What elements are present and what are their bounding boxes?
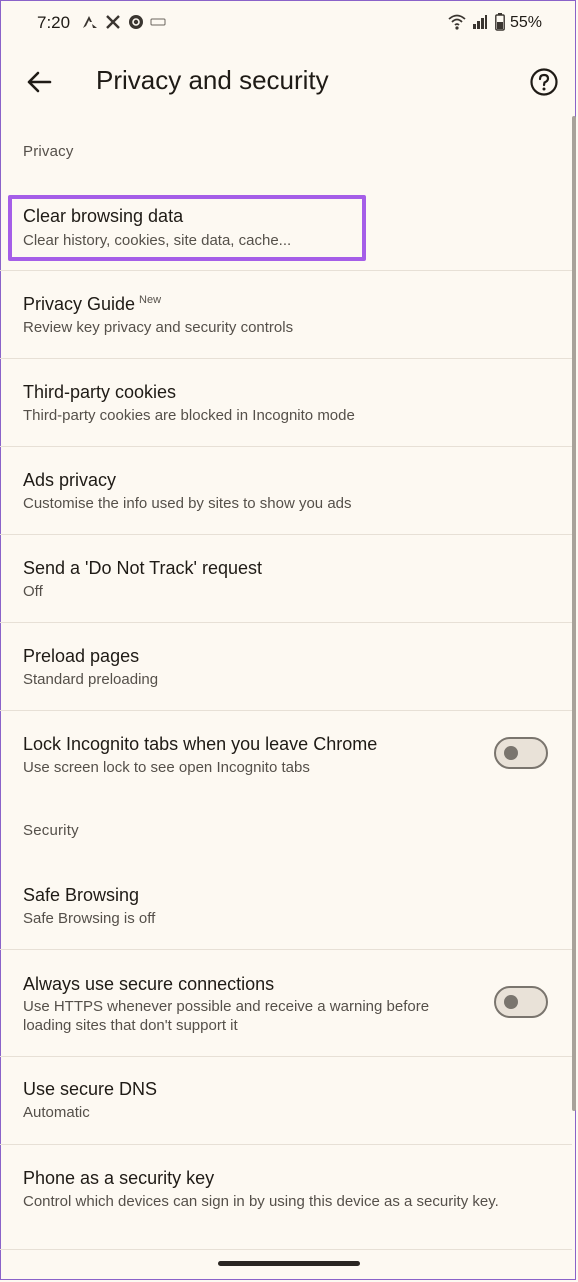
x-icon (106, 15, 120, 29)
item-title: Lock Incognito tabs when you leave Chrom… (23, 734, 378, 754)
threads-icon (129, 15, 143, 29)
item-title: Always use secure connections (23, 974, 275, 994)
privacy-guide-item[interactable]: Privacy Guide New Review key privacy and … (0, 271, 572, 358)
safe-browsing-item[interactable]: Safe Browsing Safe Browsing is off (0, 862, 572, 949)
arrow-back-icon[interactable] (24, 67, 54, 97)
item-subtitle: Use screen lock to see open Incognito ta… (23, 759, 310, 776)
item-title: Privacy Guide New (23, 294, 162, 314)
section-header-security: Security (23, 822, 79, 839)
status-bar: 7:20 55% (0, 0, 578, 46)
lock-incognito-toggle[interactable] (494, 737, 548, 769)
item-title: Send a 'Do Not Track' request (23, 558, 262, 578)
toggle-knob (504, 746, 518, 760)
item-subtitle: Control which devices can sign in by usi… (23, 1193, 499, 1210)
divider (0, 1249, 572, 1250)
item-subtitle: Review key privacy and security controls (23, 319, 294, 336)
third-party-cookies-item[interactable]: Third-party cookies Third-party cookies … (0, 359, 572, 446)
help-circle-icon[interactable] (529, 67, 559, 97)
item-subtitle: Standard preloading (23, 671, 159, 688)
signal-icon (473, 15, 487, 29)
wifi-icon (448, 14, 466, 30)
item-subtitle: Off (23, 583, 43, 600)
item-title: Phone as a security key (23, 1168, 215, 1188)
secure-connections-toggle[interactable] (494, 986, 548, 1018)
app-a-icon (83, 16, 97, 28)
item-title: Third-party cookies (23, 382, 177, 402)
item-subtitle: Use HTTPS whenever possible and receive … (23, 998, 430, 1015)
item-title: Ads privacy (23, 470, 117, 490)
toggle-knob (504, 995, 518, 1009)
item-subtitle: Customise the info used by sites to show… (23, 495, 352, 512)
item-title: Use secure DNS (23, 1079, 158, 1099)
highlight-box (8, 195, 366, 261)
secure-connections-item[interactable]: Always use secure connections Use HTTPS … (0, 950, 572, 1056)
preload-pages-item[interactable]: Preload pages Standard preloading (0, 623, 572, 710)
lock-incognito-item[interactable]: Lock Incognito tabs when you leave Chrom… (0, 711, 572, 797)
item-title: Preload pages (23, 646, 140, 666)
page-title: Privacy and security (96, 65, 329, 95)
security-key-item[interactable]: Phone as a security key Control which de… (0, 1145, 572, 1233)
item-subtitle: Automatic (23, 1104, 90, 1121)
battery-icon (495, 13, 505, 31)
item-subtitle: Safe Browsing is off (23, 910, 156, 927)
item-title: Safe Browsing (23, 885, 140, 905)
item-subtitle: Third-party cookies are blocked in Incog… (23, 407, 355, 424)
battery-percent: 55% (510, 14, 543, 31)
section-header-privacy: Privacy (23, 143, 74, 160)
status-time: 7:20 (37, 13, 71, 32)
do-not-track-item[interactable]: Send a 'Do Not Track' request Off (0, 535, 572, 622)
ads-privacy-item[interactable]: Ads privacy Customise the info used by s… (0, 447, 572, 534)
camera-icon (150, 18, 166, 26)
app-bar: Privacy and security (0, 50, 578, 114)
scrollbar[interactable] (572, 116, 576, 1111)
secure-dns-item[interactable]: Use secure DNS Automatic (0, 1057, 572, 1144)
gesture-nav-bar[interactable] (218, 1261, 360, 1266)
item-subtitle-line2: loading sites that don't support it (23, 1017, 238, 1034)
new-badge: New (139, 294, 162, 306)
